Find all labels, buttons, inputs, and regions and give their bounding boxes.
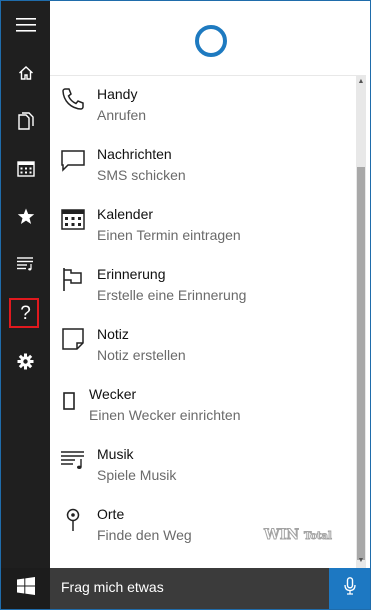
star-icon	[17, 208, 35, 225]
list-item-nachrichten[interactable]: Nachrichten SMS schicken	[50, 136, 356, 196]
suggestion-list: Handy Anrufen Nachrichten SMS schicken K…	[50, 75, 356, 569]
item-subtitle: Finde den Weg	[97, 527, 192, 543]
location-pin-icon	[59, 505, 87, 533]
favorites-button[interactable]	[1, 196, 50, 236]
scroll-up-icon[interactable]: ▲	[357, 77, 365, 87]
item-subtitle: Einen Termin eintragen	[97, 227, 241, 243]
music-list-icon	[16, 257, 35, 271]
music-icon	[59, 445, 87, 473]
item-title: Musik	[97, 446, 134, 462]
start-button[interactable]	[1, 568, 50, 609]
alarm-icon	[59, 385, 87, 413]
item-title: Kalender	[97, 206, 154, 222]
item-title: Erinnerung	[97, 266, 166, 282]
item-title: Orte	[97, 506, 125, 522]
watermark-small: Total	[303, 531, 332, 543]
left-rail: ?	[1, 1, 50, 568]
list-item-handy[interactable]: Handy Anrufen	[50, 76, 356, 136]
item-title: Handy	[97, 86, 138, 102]
watermark-main: WIN	[263, 527, 300, 544]
phone-icon	[59, 85, 87, 113]
notebook-icon	[17, 112, 34, 130]
item-subtitle: Erstelle eine Erinnerung	[97, 287, 247, 303]
home-icon	[18, 65, 34, 81]
cortana-circle-icon[interactable]	[195, 25, 227, 57]
list-item-wecker[interactable]: Wecker Einen Wecker einrichten	[50, 376, 356, 436]
list-item-musik[interactable]: Musik Spiele Musik	[50, 436, 356, 496]
search-placeholder: Frag mich etwas	[61, 579, 164, 595]
item-subtitle: Einen Wecker einrichten	[89, 407, 241, 423]
help-icon: ?	[20, 302, 31, 324]
scroll-down-icon[interactable]: ▼	[357, 556, 365, 566]
help-button[interactable]: ?	[1, 293, 50, 333]
windows-logo-icon	[16, 577, 35, 600]
item-title: Wecker	[89, 386, 137, 402]
list-item-kalender[interactable]: Kalender Einen Termin eintragen	[50, 196, 356, 256]
item-subtitle: Spiele Musik	[97, 467, 177, 483]
item-subtitle: Anrufen	[97, 107, 147, 123]
item-subtitle: Notiz erstellen	[97, 347, 186, 363]
item-subtitle: SMS schicken	[97, 167, 186, 183]
search-input[interactable]: Frag mich etwas	[50, 568, 329, 609]
music-list-button[interactable]	[1, 244, 50, 284]
note-icon	[59, 325, 87, 353]
hamburger-icon	[15, 18, 36, 32]
scroll-thumb[interactable]	[357, 167, 365, 560]
message-icon	[59, 145, 87, 173]
cortana-header	[50, 1, 366, 75]
list-item-erinnerung[interactable]: Erinnerung Erstelle eine Erinnerung	[50, 256, 356, 316]
flag-icon	[59, 265, 87, 293]
taskbar: Frag mich etwas	[1, 568, 370, 609]
microphone-icon	[343, 577, 356, 600]
microphone-button[interactable]	[329, 568, 370, 609]
reminders-button[interactable]	[1, 148, 50, 188]
notebook-button[interactable]	[1, 101, 50, 141]
watermark-logo: WIN Total	[263, 527, 332, 544]
list-scrollbar[interactable]: ▲ ▼	[356, 75, 366, 568]
item-title: Notiz	[97, 326, 129, 342]
list-item-orte[interactable]: Orte Finde den Weg	[50, 496, 356, 556]
list-item-notiz[interactable]: Notiz Notiz erstellen	[50, 316, 356, 376]
gear-icon	[17, 353, 34, 370]
item-title: Nachrichten	[97, 146, 172, 162]
menu-button[interactable]	[1, 5, 50, 45]
settings-button[interactable]	[1, 341, 50, 381]
calendar-icon	[16, 160, 35, 177]
calendar-icon	[59, 205, 87, 233]
cortana-window: ? Handy Anrufen Nachrichten SMS schicken…	[0, 0, 371, 610]
home-button[interactable]	[1, 53, 50, 93]
